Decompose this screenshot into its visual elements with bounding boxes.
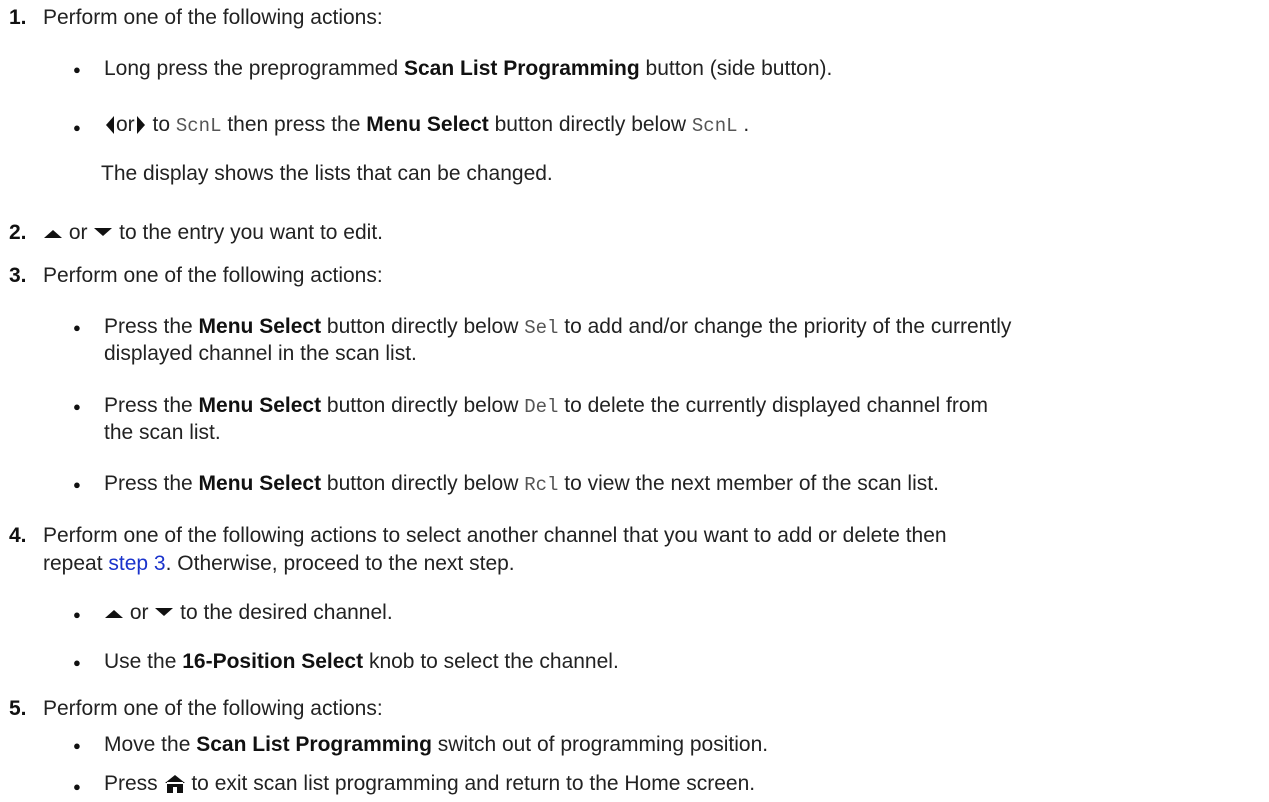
step-3-bullet-1-cont: displayed channel in the scan list.	[104, 342, 417, 365]
step-text: or to the entry you want to edit.	[43, 221, 383, 245]
step-text-cont: repeat step 3. Otherwise, proceed to the…	[43, 552, 515, 575]
bullet-dot: ●	[73, 655, 81, 670]
down-arrow-icon	[155, 608, 174, 617]
step-number: 5.	[9, 697, 27, 720]
up-arrow-icon	[105, 610, 123, 619]
step-text: Perform one of the following actions:	[43, 697, 383, 720]
step-5-bullet-1: Move the Scan List Programming switch ou…	[104, 733, 769, 756]
step-text: Perform one of the following actions to …	[43, 524, 947, 547]
right-arrow-icon	[136, 116, 145, 135]
step-text: Perform one of the following actions:	[43, 6, 383, 29]
step-4-bullet-1: or to the desired channel.	[104, 601, 393, 625]
step-number: 2.	[9, 221, 27, 244]
bullet-dot: ●	[73, 779, 81, 794]
step-5-bullet-2: Press to exit scan list programming and …	[104, 772, 756, 795]
bullet-dot: ●	[73, 399, 81, 414]
step-3-bullet-3: Press the Menu Select button directly be…	[104, 472, 939, 496]
step-number: 1.	[9, 6, 27, 29]
up-arrow-icon	[44, 230, 62, 239]
bullet-dot: ●	[73, 738, 81, 753]
step-text: Perform one of the following actions:	[43, 264, 383, 287]
step-3-bullet-2: Press the Menu Select button directly be…	[104, 394, 988, 418]
step-4-bullet-2: Use the 16-Position Select knob to selec…	[104, 650, 619, 673]
home-icon	[164, 775, 185, 794]
step-3-bullet-2-cont: the scan list.	[104, 421, 221, 444]
step-3-bullet-1: Press the Menu Select button directly be…	[104, 315, 1012, 339]
left-arrow-icon	[106, 116, 114, 135]
step-1-note: The display shows the lists that can be …	[101, 162, 553, 185]
bullet-dot: ●	[73, 120, 81, 135]
bullet-dot: ●	[73, 320, 81, 335]
step-number: 4.	[9, 524, 27, 547]
step-3-link[interactable]: step 3	[108, 552, 165, 575]
bullet-dot: ●	[73, 607, 81, 622]
step-1-bullet-2: or to ScnL then press the Menu Select bu…	[104, 113, 749, 137]
step-number: 3.	[9, 264, 27, 287]
bullet-dot: ●	[73, 477, 81, 492]
bullet-dot: ●	[73, 62, 81, 77]
down-arrow-icon	[94, 228, 113, 237]
step-1-bullet-1: Long press the preprogrammed Scan List P…	[104, 57, 833, 80]
